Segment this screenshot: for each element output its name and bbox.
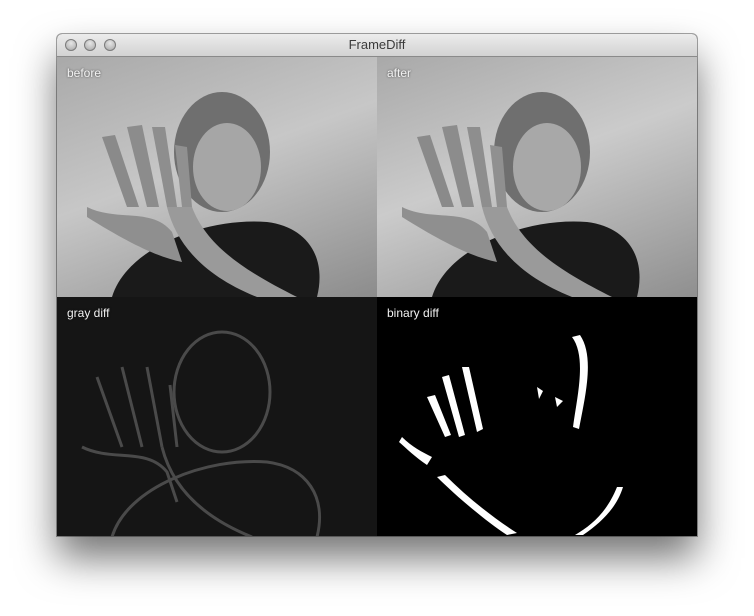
before-image — [87, 92, 320, 297]
after-label: after — [387, 66, 412, 80]
binary-diff-frame: binary diff — [377, 297, 697, 536]
after-image — [402, 92, 640, 297]
window-title: FrameDiff — [348, 37, 406, 52]
gray-diff-frame: gray diff — [57, 297, 377, 536]
binary-diff-label: binary diff — [387, 306, 439, 320]
title-bar[interactable]: FrameDiff — [57, 34, 697, 57]
gray-diff-label: gray diff — [67, 306, 110, 320]
binary-diff-image — [399, 335, 623, 535]
before-label: before — [67, 66, 102, 80]
app-window: FrameDiff before after gray diff binary … — [57, 34, 697, 536]
before-frame: before — [57, 57, 377, 297]
after-frame: after — [377, 57, 697, 297]
gray-diff-image — [81, 330, 322, 536]
